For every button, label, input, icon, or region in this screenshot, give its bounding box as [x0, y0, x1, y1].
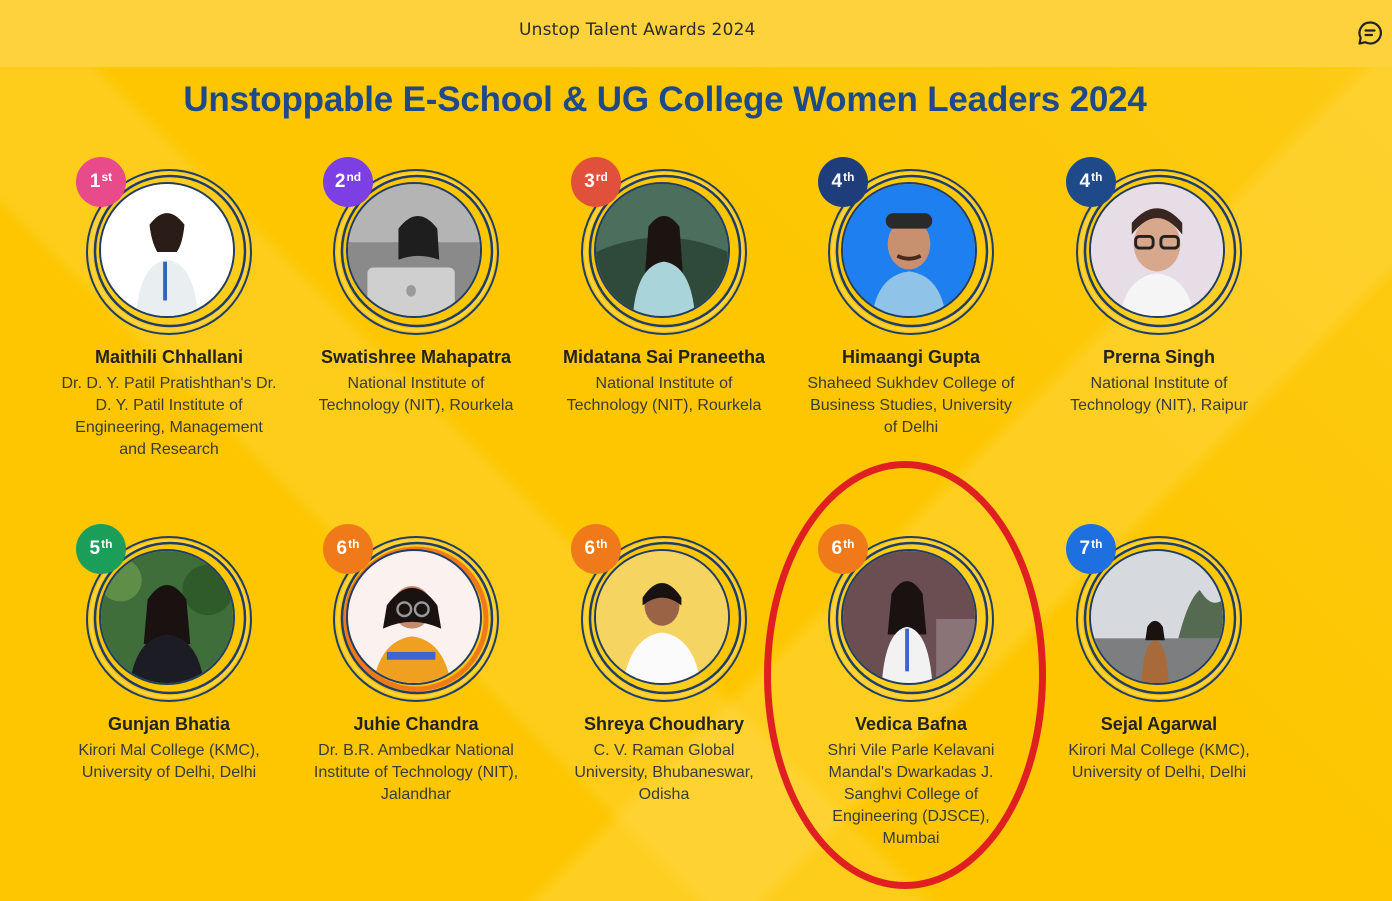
winner-name: Swatishree Mahapatra: [320, 347, 512, 367]
winner-name: Maithili Chhallani: [94, 347, 243, 367]
rank-badge: 4th: [1066, 157, 1116, 207]
winner-institution: Shaheed Sukhdev College of Business Stud…: [807, 375, 1015, 436]
profile-photo: [346, 549, 482, 685]
page-title: Unstoppable E-School & UG College Women …: [183, 80, 1147, 119]
winner-name: Himaangi Gupta: [841, 347, 980, 367]
avatar: 7th: [1066, 524, 1246, 706]
rank-badge: 6th: [323, 524, 373, 574]
avatar: 6th: [323, 524, 503, 706]
profile-photo: [594, 182, 730, 318]
winner-name: Sejal Agarwal: [1100, 714, 1218, 734]
winner-institution: National Institute of Technology (NIT), …: [1070, 375, 1248, 414]
winner-institution: Shri Vile Parle Kelavani Mandal's Dwarka…: [827, 742, 995, 847]
avatar: 5th: [76, 524, 256, 706]
avatar: 2nd: [323, 157, 503, 339]
profile-photo: [1089, 549, 1225, 685]
top-bar: Unstop Talent Awards 2024: [0, 0, 1392, 67]
winner-name: Vedica Bafna: [854, 714, 968, 734]
rank-badge: 5th: [76, 524, 126, 574]
profile-photo: [594, 549, 730, 685]
winner-name: Gunjan Bhatia: [107, 714, 230, 734]
rank-badge: 1st: [76, 157, 126, 207]
winner-institution: Dr. D. Y. Patil Pratishthan's Dr. D. Y. …: [61, 375, 277, 458]
profile-photo: [346, 182, 482, 318]
profile-photo: [1089, 182, 1225, 318]
winner-institution: National Institute of Technology (NIT), …: [318, 375, 514, 414]
winner-institution: Dr. B.R. Ambedkar National Institute of …: [313, 742, 519, 803]
winner-institution: National Institute of Technology (NIT), …: [566, 375, 762, 414]
winner-name: Prerna Singh: [1102, 347, 1216, 367]
winner-institution: C. V. Raman Global University, Bhubanesw…: [574, 742, 754, 803]
winner-name: Shreya Choudhary: [583, 714, 745, 734]
avatar: 6th: [818, 524, 998, 706]
avatar: 4th: [1066, 157, 1246, 339]
chat-bubble-icon[interactable]: [1357, 20, 1383, 46]
avatar: 4th: [818, 157, 998, 339]
rank-badge: 6th: [818, 524, 868, 574]
winner-institution: Kirori Mal College (KMC), University of …: [1068, 742, 1250, 781]
rank-badge: 2nd: [323, 157, 373, 207]
profile-photo: [99, 182, 235, 318]
profile-photo: [841, 182, 977, 318]
winner-name: Midatana Sai Praneetha: [562, 347, 766, 367]
avatar: 1st: [76, 157, 256, 339]
rank-badge: 3rd: [571, 157, 621, 207]
topbar-title: Unstop Talent Awards 2024: [519, 20, 756, 40]
winner-name: Juhie Chandra: [353, 714, 479, 734]
avatar: 6th: [571, 524, 751, 706]
avatar: 3rd: [571, 157, 751, 339]
rank-badge: 7th: [1066, 524, 1116, 574]
profile-photo: [841, 549, 977, 685]
rank-badge: 4th: [818, 157, 868, 207]
profile-photo: [99, 549, 235, 685]
rank-badge: 6th: [571, 524, 621, 574]
winner-institution: Kirori Mal College (KMC), University of …: [78, 742, 260, 781]
